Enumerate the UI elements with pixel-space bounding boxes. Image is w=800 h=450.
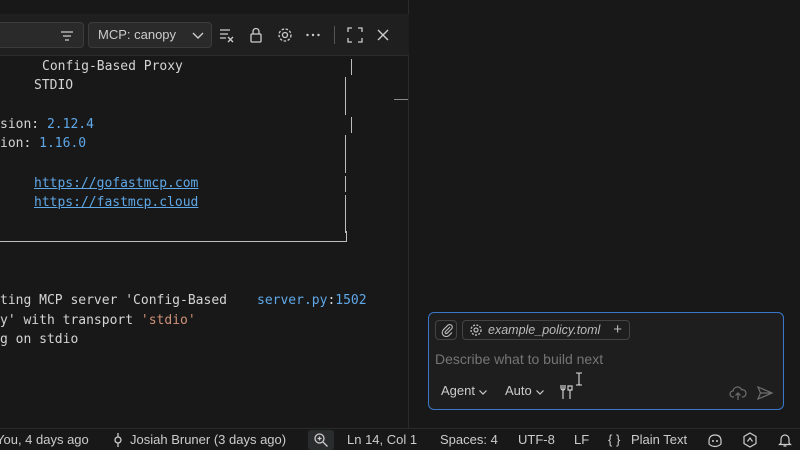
fastmcp-version-label: sion: <box>0 117 47 132</box>
banner-border <box>0 241 347 242</box>
cloud-link[interactable]: https://fastmcp.cloud <box>34 195 198 211</box>
text-cursor-icon <box>576 372 582 386</box>
zoom-in-icon <box>314 433 328 447</box>
log-line: g on stdio <box>0 332 79 347</box>
chevron-down-icon <box>192 32 204 39</box>
toolbar-divider <box>334 26 335 44</box>
cloud-upload-icon[interactable] <box>729 384 747 402</box>
output-toolbar: MCP: canopy <box>0 14 409 56</box>
git-commit-icon <box>114 433 122 447</box>
banner-border <box>345 195 346 233</box>
git-blame-author[interactable]: Josiah Bruner (3 days ago) <box>130 432 286 448</box>
zoom-button[interactable] <box>308 430 334 450</box>
chat-composer: example_policy.toml + Agent Auto <box>428 312 784 410</box>
close-icon[interactable] <box>374 26 392 44</box>
mcp-version-row: ion: 1.16.0 <box>0 136 86 152</box>
lock-icon[interactable] <box>247 26 265 44</box>
fastmcp-version-row: sion: 2.12.4 <box>0 117 94 133</box>
log-source[interactable]: server.py:1502 <box>257 293 367 309</box>
language-mode[interactable]: Plain Text <box>631 432 687 448</box>
gear-icon[interactable] <box>276 26 294 44</box>
mcp-version-label: ion: <box>0 136 40 151</box>
encoding[interactable]: UTF-8 <box>518 432 555 448</box>
status-bar: You, 4 days ago Josiah Bruner (3 days ag… <box>0 428 800 450</box>
banner-border <box>345 135 346 173</box>
log-source-file: server.py <box>257 293 328 308</box>
context-file-chip[interactable]: example_policy.toml + <box>462 320 630 340</box>
banner-border <box>351 117 352 133</box>
chevron-down-icon <box>535 389 544 395</box>
more-actions-icon[interactable] <box>304 26 322 44</box>
mcp-version-value: 1.16.0 <box>39 136 87 151</box>
extension-icon[interactable] <box>742 432 758 448</box>
log-line-text: y' with transport <box>0 313 141 328</box>
banner-border <box>345 77 346 115</box>
send-icon[interactable] <box>756 384 774 402</box>
log-line: ting MCP server 'Config-Based <box>0 293 227 308</box>
end-of-line[interactable]: LF <box>574 432 589 448</box>
add-context-icon[interactable]: + <box>613 321 622 339</box>
notifications-bell-icon[interactable] <box>777 432 793 448</box>
git-blame-current[interactable]: You, 4 days ago <box>0 432 89 448</box>
settings-file-icon <box>470 324 482 336</box>
context-file-name: example_policy.toml <box>488 323 601 337</box>
log-source-line: 1502 <box>335 293 367 308</box>
indentation[interactable]: Spaces: 4 <box>440 432 498 448</box>
log-line: y' with transport 'stdio' <box>0 313 196 329</box>
maximize-panel-icon[interactable] <box>346 26 364 44</box>
banner-border <box>346 231 347 242</box>
filter-icon[interactable] <box>59 28 75 44</box>
copilot-icon[interactable] <box>707 432 723 448</box>
cursor-position[interactable]: Ln 14, Col 1 <box>347 432 417 448</box>
output-channel-label: MCP: canopy <box>98 27 177 42</box>
banner-border <box>351 59 352 75</box>
fastmcp-version-value: 2.12.4 <box>46 117 94 132</box>
server-name: Config-Based Proxy <box>42 59 183 74</box>
output-channel-select[interactable]: MCP: canopy <box>88 22 212 48</box>
sash-indicator[interactable] <box>394 99 408 100</box>
model-select[interactable]: Auto <box>505 383 545 398</box>
filter-input[interactable] <box>0 22 84 48</box>
output-log: Config-Based Proxy STDIO sion: 2.12.4 io… <box>0 57 409 428</box>
attach-context-button[interactable] <box>435 320 457 340</box>
output-panel: MCP: canopy Config-Based Proxy STDIO sio… <box>0 0 409 428</box>
agent-mode-select[interactable]: Agent <box>441 383 488 398</box>
clear-output-icon[interactable] <box>218 26 236 44</box>
language-braces-icon: { } <box>608 432 621 447</box>
banner-border <box>345 176 346 192</box>
paperclip-icon <box>441 324 453 337</box>
agent-mode-label: Agent <box>441 383 475 398</box>
log-transport-string: 'stdio' <box>140 313 196 328</box>
server-transport: STDIO <box>34 78 74 93</box>
chat-input[interactable] <box>435 351 775 367</box>
chevron-down-icon <box>479 389 487 395</box>
docs-link[interactable]: https://gofastmcp.com <box>34 176 198 192</box>
model-label: Auto <box>505 383 532 398</box>
